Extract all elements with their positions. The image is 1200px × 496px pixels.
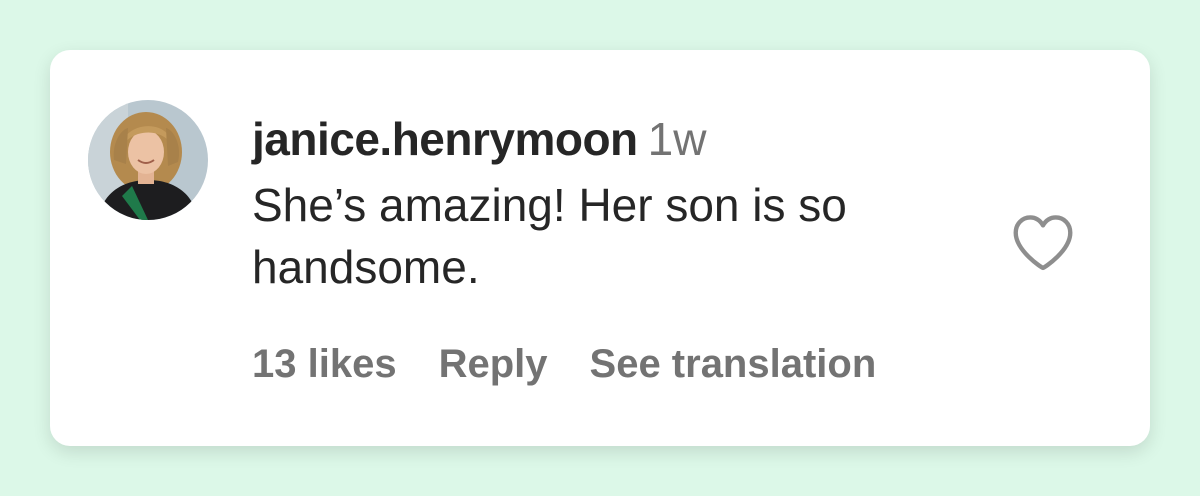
username-link[interactable]: janice.henrymoon bbox=[252, 113, 638, 165]
comment-text: She’s amazing! Her son is so handsome. bbox=[252, 179, 847, 293]
comment-header: janice.henrymoon 1w bbox=[252, 112, 972, 166]
likes-count-button[interactable]: 13 likes bbox=[252, 342, 397, 386]
avatar[interactable] bbox=[88, 100, 208, 220]
comment-card: janice.henrymoon 1w She’s amazing! Her so… bbox=[50, 50, 1150, 446]
see-translation-button[interactable]: See translation bbox=[590, 342, 877, 386]
heart-outline-icon[interactable] bbox=[1010, 212, 1076, 272]
comment-timestamp[interactable]: 1w bbox=[648, 113, 707, 165]
comment-body: janice.henrymoon 1w She’s amazing! Her so… bbox=[252, 112, 972, 298]
comment-actions: 13 likes Reply See translation bbox=[252, 340, 876, 388]
reply-button[interactable]: Reply bbox=[439, 342, 548, 386]
avatar-image bbox=[88, 100, 208, 220]
